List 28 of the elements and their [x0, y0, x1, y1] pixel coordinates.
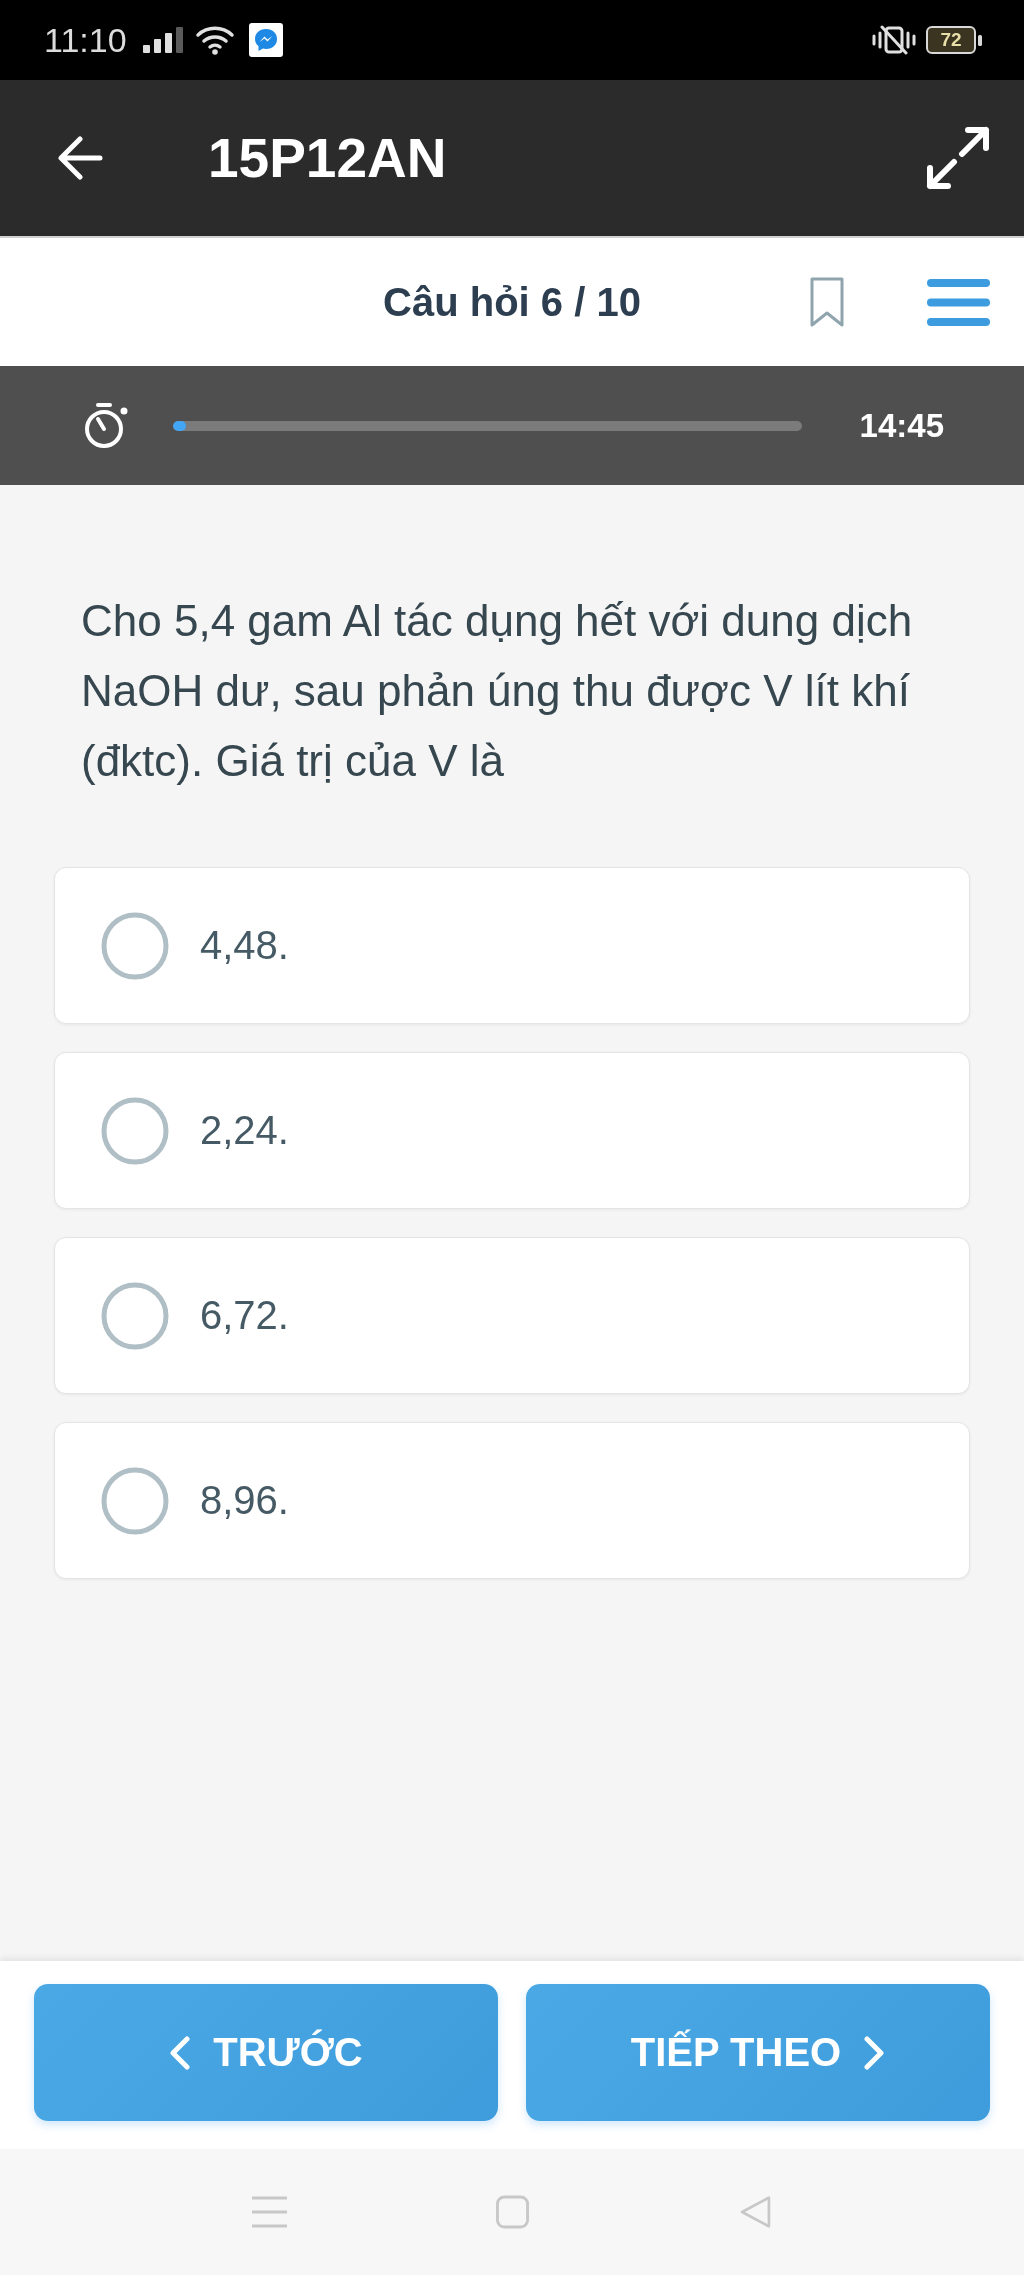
menu-icon[interactable] — [927, 278, 990, 326]
chevron-right-icon — [863, 2035, 886, 2070]
back-arrow-icon[interactable] — [57, 136, 103, 180]
answer-option[interactable]: 6,72. — [54, 1237, 970, 1394]
signal-icon — [142, 27, 183, 53]
home-icon[interactable] — [494, 2195, 530, 2229]
battery-indicator: 72 — [926, 26, 976, 54]
expand-icon[interactable] — [926, 126, 990, 190]
battery-tip-icon — [978, 34, 982, 46]
question-text: Cho 5,4 gam Al tác dụng hết với dung dịch NaOH dư, sau phản úng thu được V lít khí (đktc). Giá trị của V là — [81, 595, 914, 787]
status-time: 11:10 — [44, 20, 127, 60]
wifi-icon — [194, 25, 235, 55]
answer-option[interactable]: 8,96. — [54, 1422, 970, 1579]
chevron-left-icon — [169, 2035, 192, 2070]
radio-button[interactable] — [101, 911, 169, 980]
stopwatch-icon — [84, 401, 130, 450]
time-remaining: 14:45 — [859, 406, 944, 445]
answer-option[interactable]: 4,48. — [54, 867, 970, 1024]
vibrate-off-icon — [872, 25, 916, 55]
chat-bubble-icon — [248, 23, 283, 57]
radio-button[interactable] — [101, 1096, 169, 1165]
question-counter: Câu hỏi 6 / 10 — [383, 279, 641, 325]
bookmark-icon[interactable] — [809, 276, 845, 328]
recents-menu-icon[interactable] — [251, 2195, 287, 2229]
answer-option[interactable]: 2,24. — [54, 1052, 970, 1209]
radio-button[interactable] — [101, 1281, 169, 1350]
page-title: 15P12AN — [208, 126, 447, 190]
radio-button[interactable] — [101, 1466, 169, 1535]
